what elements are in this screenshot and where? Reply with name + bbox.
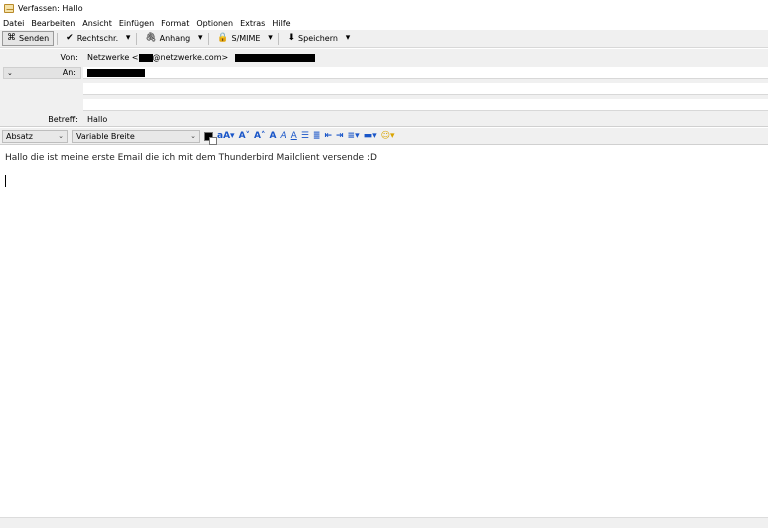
message-body-editor[interactable]: Hallo die ist meine erste Email die ich … [0,146,768,516]
window-title: Verfassen: Hallo [18,3,83,13]
message-body-text: Hallo die ist meine erste Email die ich … [5,153,377,163]
menu-datei[interactable]: Datei [3,19,24,28]
checkmark-icon: ✔ [66,33,74,43]
attach-dropdown[interactable]: ▾ [195,31,205,46]
format-toolbar: Absatz ⌄ Variable Breite ⌄ aA▾ A˅ A˄ A A A… [0,128,768,145]
menu-einfuegen[interactable]: Einfügen [119,19,154,28]
bold-icon[interactable]: A [270,130,277,142]
download-icon: ⬇ [287,33,296,43]
to-input[interactable] [83,67,768,79]
address-row-empty [0,99,768,111]
paragraph-format-select[interactable]: Absatz ⌄ [2,129,68,143]
chevron-down-icon: ⌄ [190,131,196,140]
font-select[interactable]: Variable Breite ⌄ [72,129,200,143]
save-dropdown[interactable]: ▾ [343,31,353,46]
save-button[interactable]: ⬇ Speichern [282,31,342,46]
menu-optionen[interactable]: Optionen [196,19,233,28]
title-bar: Verfassen: Hallo [0,0,768,16]
menu-extras[interactable]: Extras [240,19,265,28]
numbered-list-icon[interactable]: ≣ [313,130,321,142]
toolbar-separator [57,32,59,45]
italic-icon[interactable]: A [280,130,286,142]
indent-icon[interactable]: ⇥ [336,130,344,142]
text-caret [5,175,6,187]
subject-label: Betreff: [48,115,78,124]
toolbar-separator [136,32,138,45]
chevron-down-icon: ⌄ [7,69,13,77]
send-icon: ⌘ [7,33,16,43]
bullet-list-icon[interactable]: ☰ [301,130,309,142]
subject-row: Betreff: Hallo [0,114,768,126]
spellcheck-button[interactable]: ✔ Rechtschr. [61,31,123,46]
from-label: Von: [60,53,78,62]
recipient-type-select[interactable]: ⌄ An: [3,67,81,79]
smiley-icon[interactable]: ☺▾ [381,130,395,142]
font-size-menu-icon[interactable]: aA▾ [217,130,235,142]
dropdown-arrow-icon: ▾ [345,33,351,43]
address-header-area: Von: Netzwerke < @netzwerke.com> ⌄ An: Be… [0,49,768,127]
insert-menu-icon[interactable]: ▬▾ [364,130,377,142]
lock-icon: 🔒 [217,33,229,43]
menu-format[interactable]: Format [161,19,189,28]
status-bar [0,517,768,528]
compose-toolbar: ⌘ Senden ✔ Rechtschr. ▾ 🖇 Anhang ▾ 🔒 S/M… [0,30,768,48]
spellcheck-dropdown[interactable]: ▾ [123,31,133,46]
smime-button[interactable]: 🔒 S/MIME [212,31,265,46]
toolbar-separator [208,32,210,45]
send-button[interactable]: ⌘ Senden [2,31,55,46]
attach-button[interactable]: 🖇 Anhang [140,31,195,46]
paperclip-icon: 🖇 [145,33,157,43]
font-larger-icon[interactable]: A˄ [254,130,265,142]
compose-icon [4,3,14,13]
address-input-empty[interactable] [83,83,768,95]
smime-dropdown[interactable]: ▾ [265,31,275,46]
align-menu-icon[interactable]: ≡▾ [348,130,360,142]
chevron-down-icon: ⌄ [58,131,64,140]
menu-bar: Datei Bearbeiten Ansicht Einfügen Format… [0,16,768,30]
redaction [138,53,153,62]
to-row: ⌄ An: [0,67,768,79]
text-color-icon[interactable] [204,131,217,145]
underline-icon[interactable]: A [291,130,297,142]
dropdown-arrow-icon: ▾ [125,33,131,43]
from-row: Von: Netzwerke < @netzwerke.com> [0,52,768,64]
font-smaller-icon[interactable]: A˅ [239,130,250,142]
subject-input[interactable]: Hallo [83,114,768,126]
menu-bearbeiten[interactable]: Bearbeiten [31,19,75,28]
redaction [87,68,145,77]
dropdown-arrow-icon: ▾ [268,33,273,43]
address-row-empty [0,83,768,95]
dropdown-arrow-icon: ▾ [198,33,203,43]
menu-ansicht[interactable]: Ansicht [82,19,112,28]
address-input-empty[interactable] [83,99,768,111]
redaction [234,53,315,62]
menu-hilfe[interactable]: Hilfe [272,19,290,28]
from-select[interactable]: Netzwerke < @netzwerke.com> [83,52,768,64]
outdent-icon[interactable]: ⇤ [324,130,332,142]
toolbar-separator [278,32,280,45]
